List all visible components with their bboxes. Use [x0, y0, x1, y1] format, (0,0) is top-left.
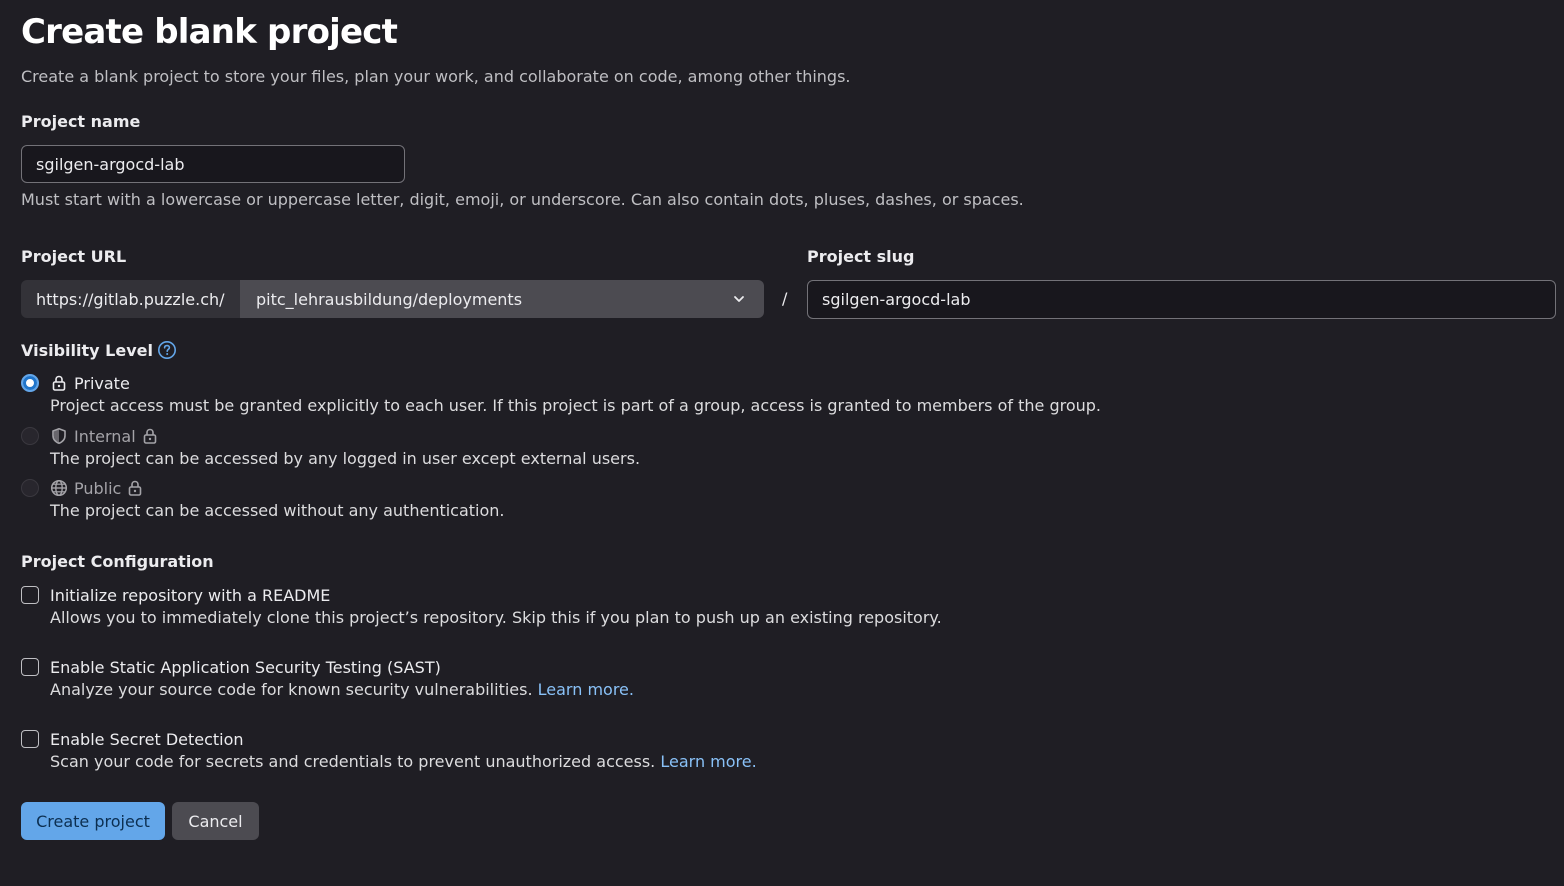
project-url-prefix: https://gitlab.puzzle.ch/	[21, 280, 240, 318]
visibility-option-private[interactable]: Private	[21, 372, 130, 394]
cancel-button[interactable]: Cancel	[172, 802, 259, 840]
sast-label: Enable Static Application Security Testi…	[50, 657, 441, 677]
internal-label: Internal	[74, 426, 136, 446]
configuration-label: Project Configuration	[21, 552, 214, 571]
public-label: Public	[74, 478, 122, 498]
private-description: Project access must be granted explicitl…	[50, 396, 1102, 415]
sast-description-text: Analyze your source code for known secur…	[50, 680, 533, 699]
visibility-option-public[interactable]: Public	[21, 477, 150, 499]
lock-icon	[129, 480, 142, 496]
internal-description: The project can be accessed by any logge…	[50, 449, 641, 468]
secret-detection-label: Enable Secret Detection	[50, 729, 244, 749]
create-project-page: Create blank project Create a blank proj…	[0, 0, 1564, 886]
secret-detection-description: Scan your code for secrets and credentia…	[50, 752, 757, 771]
sast-description: Analyze your source code for known secur…	[50, 680, 634, 699]
lock-icon	[52, 375, 66, 391]
readme-description: Allows you to immediately clone this pro…	[50, 608, 942, 627]
project-slug-input[interactable]: sgilgen-argocd-lab	[807, 280, 1556, 319]
shield-icon	[52, 428, 66, 445]
project-name-label: Project name	[21, 112, 141, 131]
page-subtitle: Create a blank project to store your fil…	[21, 67, 851, 86]
readme-option[interactable]: Initialize repository with a README	[21, 584, 330, 606]
readme-description-text: Allows you to immediately clone this pro…	[50, 608, 942, 627]
public-radio[interactable]	[21, 479, 39, 497]
sast-checkbox[interactable]	[21, 658, 39, 676]
visibility-label: Visibility Level	[21, 340, 153, 360]
create-project-button[interactable]: Create project	[21, 802, 165, 840]
help-icon[interactable]	[157, 340, 177, 360]
namespace-value: pitc_lehrausbildung/deployments	[256, 289, 523, 309]
project-url-label: Project URL	[21, 247, 127, 266]
chevron-down-icon	[734, 296, 744, 302]
visibility-label-row: Visibility Level	[21, 340, 177, 360]
secret-detection-option[interactable]: Enable Secret Detection	[21, 728, 244, 750]
sast-learn-more-link[interactable]: Learn more.	[538, 680, 634, 699]
project-name-help: Must start with a lowercase or uppercase…	[21, 190, 1024, 209]
globe-icon	[50, 479, 68, 497]
internal-radio[interactable]	[21, 427, 39, 445]
namespace-dropdown[interactable]: pitc_lehrausbildung/deployments	[240, 280, 764, 318]
project-name-input[interactable]: sgilgen-argocd-lab	[21, 145, 405, 183]
visibility-option-internal[interactable]: Internal	[21, 425, 165, 447]
page-title: Create blank project	[21, 12, 398, 52]
secret-detection-learn-more-link[interactable]: Learn more.	[660, 752, 756, 771]
lock-icon	[143, 428, 156, 444]
readme-checkbox[interactable]	[21, 586, 39, 604]
secret-detection-checkbox[interactable]	[21, 730, 39, 748]
project-slug-label: Project slug	[807, 247, 915, 266]
project-name-value: sgilgen-argocd-lab	[36, 154, 185, 174]
public-description: The project can be accessed without any …	[50, 501, 505, 520]
sast-option[interactable]: Enable Static Application Security Testi…	[21, 656, 441, 678]
project-slug-value: sgilgen-argocd-lab	[822, 290, 971, 309]
readme-label: Initialize repository with a README	[50, 585, 331, 605]
private-radio[interactable]	[21, 374, 39, 392]
url-separator: /	[782, 289, 788, 308]
secret-detection-description-text: Scan your code for secrets and credentia…	[50, 752, 656, 771]
private-label: Private	[74, 373, 130, 393]
